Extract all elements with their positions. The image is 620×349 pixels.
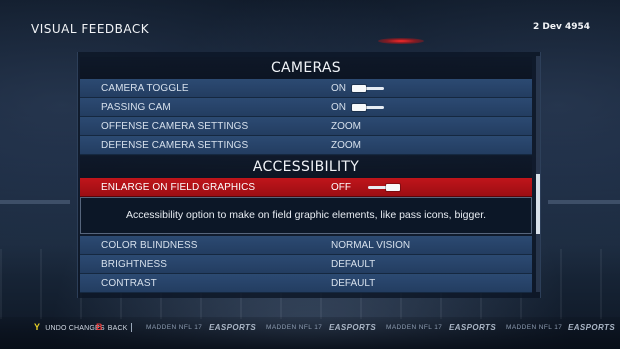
hint-label: BACK — [107, 325, 128, 332]
header-date: 2 Dev 4954 — [532, 22, 590, 32]
scrollbar-thumb[interactable] — [536, 174, 540, 234]
setting-row-brightness[interactable]: BRIGHTNESS DEFAULT — [80, 255, 532, 274]
setting-label: PASSING CAM — [101, 102, 171, 113]
section-header-cameras: CAMERAS — [80, 57, 532, 80]
setting-row-contrast[interactable]: CONTRAST DEFAULT — [80, 274, 532, 293]
brand-watermark: MADDEN NFL 17 — [146, 324, 203, 331]
stadium-stand-left — [0, 200, 70, 204]
brand-watermark: EASPORTS — [449, 323, 497, 332]
setting-value: ZOOM — [331, 140, 361, 151]
setting-label: COLOR BLINDNESS — [101, 240, 198, 251]
setting-value: ZOOM — [331, 121, 361, 132]
setting-value: NORMAL VISION — [331, 240, 411, 251]
b-button-icon: B — [96, 322, 103, 332]
setting-row-camera-toggle[interactable]: CAMERA TOGGLE ON — [80, 79, 532, 98]
setting-value: ON — [331, 83, 346, 94]
stadium-stand-right — [548, 200, 620, 204]
brand-watermark: MADDEN NFL 17 — [266, 324, 323, 331]
brand-watermark: EASPORTS — [209, 323, 257, 332]
toggle-knob — [386, 184, 400, 191]
setting-row-defense-camera[interactable]: DEFENSE CAMERA SETTINGS ZOOM — [80, 136, 532, 155]
setting-row-offense-camera[interactable]: OFFENSE CAMERA SETTINGS ZOOM — [80, 117, 532, 136]
header-accent-light — [378, 38, 424, 44]
toggle-switch-icon[interactable] — [352, 85, 384, 92]
undo-changes-hint[interactable]: Y UNDO CHANGES — [34, 322, 105, 334]
page-title: VISUAL FEEDBACK — [31, 22, 150, 36]
setting-value: DEFAULT — [331, 259, 376, 270]
toggle-switch-icon[interactable] — [352, 104, 384, 111]
brand-watermark: MADDEN NFL 17 — [386, 324, 443, 331]
setting-value: DEFAULT — [331, 278, 376, 289]
setting-label: CONTRAST — [101, 278, 157, 289]
section-header-accessibility: ACCESSIBILITY — [80, 156, 532, 179]
toggle-switch-icon[interactable] — [368, 184, 400, 191]
setting-value: OFF — [331, 182, 351, 193]
setting-value: ON — [331, 102, 346, 113]
footer-divider — [131, 323, 132, 332]
setting-label: DEFENSE CAMERA SETTINGS — [101, 140, 249, 151]
setting-label: CAMERA TOGGLE — [101, 83, 189, 94]
settings-scrollbar[interactable] — [536, 56, 540, 292]
setting-label: OFFENSE CAMERA SETTINGS — [101, 121, 249, 132]
y-button-icon: Y — [34, 322, 41, 332]
brand-watermark: EASPORTS — [568, 323, 616, 332]
brand-watermark: EASPORTS — [329, 323, 377, 332]
toggle-knob — [352, 104, 366, 111]
setting-label: BRIGHTNESS — [101, 259, 168, 270]
setting-description-tooltip: Accessibility option to make on field gr… — [80, 197, 532, 234]
setting-row-passing-cam[interactable]: PASSING CAM ON — [80, 98, 532, 117]
setting-row-enlarge-graphics[interactable]: ENLARGE ON FIELD GRAPHICS OFF — [80, 178, 532, 197]
setting-label: ENLARGE ON FIELD GRAPHICS — [101, 182, 256, 193]
back-hint[interactable]: B BACK — [96, 322, 128, 334]
setting-row-color-blindness[interactable]: COLOR BLINDNESS NORMAL VISION — [80, 236, 532, 255]
toggle-knob — [352, 85, 366, 92]
brand-watermark: MADDEN NFL 17 — [506, 324, 563, 331]
